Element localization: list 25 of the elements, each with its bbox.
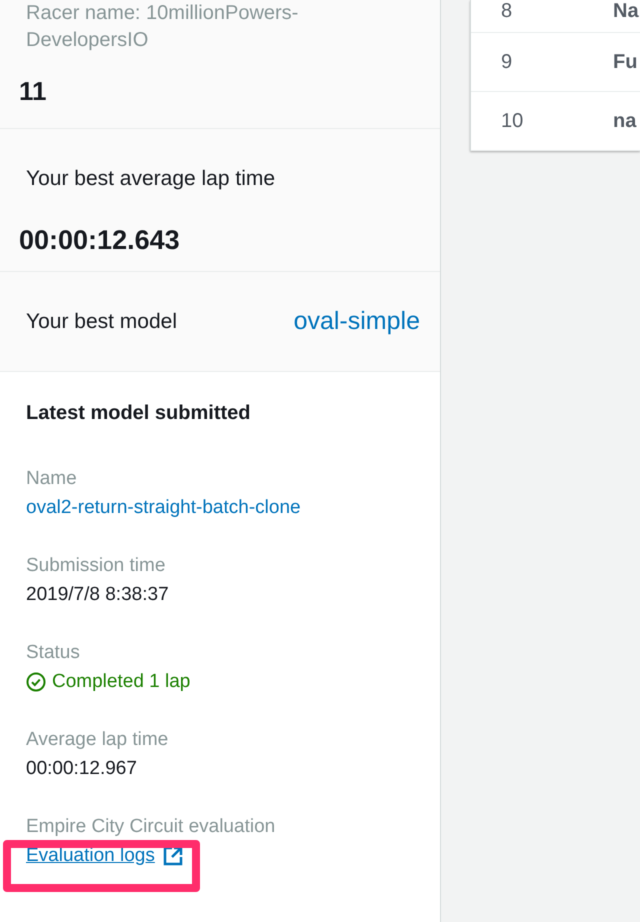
- section-title: Latest model submitted: [26, 402, 252, 425]
- rank-cell-text: 9: [500, 50, 514, 74]
- check-circle-icon: [26, 672, 46, 692]
- rank-value: 11: [19, 76, 48, 107]
- field-label: Submission time: [26, 554, 166, 578]
- field-label: Empire City Circuit evaluation: [26, 815, 276, 839]
- best-model-label: Your best model: [25, 310, 177, 334]
- racer-name: Racer name: 10millionPowers-DevelopersIO: [25, 1, 300, 53]
- rank-cell-text: 8: [500, 0, 514, 23]
- evaluation-logs-link[interactable]: Evaluation logs: [26, 841, 155, 870]
- model-link[interactable]: oval2-return-straight-batch-clone: [26, 493, 301, 522]
- lap-time-label: Your best average lap time: [25, 167, 276, 191]
- field-label: Average lap time: [26, 728, 170, 752]
- field-label: Status: [26, 641, 81, 665]
- racer-cell: Fu: [613, 50, 638, 74]
- racer-cell: na: [613, 110, 636, 132]
- external-link-icon: [162, 846, 183, 866]
- field-label: Name: [26, 467, 78, 491]
- lap-time-value: 00:00:12.643: [19, 225, 181, 256]
- field-value: 00:00:12.967: [26, 757, 138, 781]
- racer-cell: Na: [613, 0, 639, 23]
- field-value: 2019/7/8 8:38:37: [26, 583, 170, 607]
- status-text: Completed 1 lap: [52, 670, 190, 694]
- rank-cell-text: 10: [500, 110, 524, 132]
- best-model-link[interactable]: oval-simple: [294, 307, 420, 336]
